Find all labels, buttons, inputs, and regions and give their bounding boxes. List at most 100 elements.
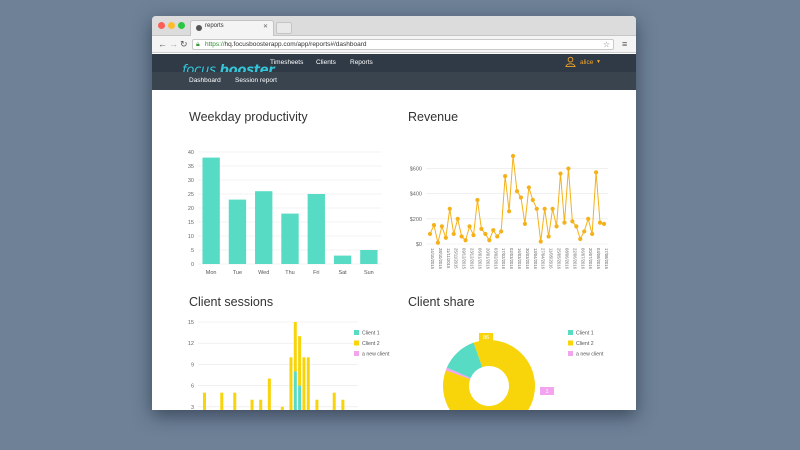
bar-fri: [307, 194, 325, 264]
y-tick-label: 12: [188, 341, 194, 347]
lock-icon: 🔒︎: [196, 41, 200, 48]
x-tick-label: 20/07/2016: [588, 248, 593, 270]
revenue-point: [514, 189, 520, 194]
session-bar-client-2: [332, 392, 336, 410]
revenue-point: [554, 224, 559, 229]
reload-icon[interactable]: ↻: [180, 39, 188, 49]
revenue-point: [463, 238, 468, 243]
caret-down-icon[interactable]: ▼: [596, 59, 601, 65]
legend-label: Client 1: [362, 331, 380, 337]
revenue-point: [495, 234, 500, 239]
x-tick-label: 27/04/2016: [541, 248, 546, 270]
share-slice-client-2: [443, 340, 535, 410]
x-tick-label: Tue: [233, 270, 242, 276]
session-bar-client-2: [233, 392, 237, 410]
close-window-button[interactable]: [158, 22, 165, 29]
x-tick-label: 14/10/2015: [430, 248, 435, 270]
subnav-session-report[interactable]: Session report: [235, 77, 277, 84]
y-tick-label: 25: [188, 192, 194, 198]
revenue-point: [491, 228, 496, 233]
close-tab-icon[interactable]: ✕: [263, 23, 268, 30]
x-tick-label: 25/11/2015: [454, 248, 459, 269]
nav-reports[interactable]: Reports: [350, 59, 373, 66]
nav-timesheets[interactable]: Timesheets: [270, 59, 303, 66]
legend-swatch: [354, 330, 359, 335]
browser-tab[interactable]: reports ✕: [190, 20, 274, 36]
session-bar-client-1: [298, 385, 302, 410]
x-tick-label: 17/02/2016: [501, 248, 506, 270]
session-bar-client-2: [298, 336, 302, 386]
revenue-point: [538, 239, 543, 244]
url-text[interactable]: https://hq.focusboosterapp.com/app/repor…: [205, 41, 367, 48]
bookmark-star-icon[interactable]: ☆: [603, 40, 610, 49]
x-tick-label: 06/07/2016: [580, 248, 585, 270]
user-name[interactable]: alice: [580, 59, 593, 66]
x-tick-label: 02/03/2016: [509, 248, 514, 270]
revenue-line: [429, 155, 605, 243]
x-tick-label: 17/08/2016: [604, 248, 609, 270]
user-icon[interactable]: [565, 56, 576, 67]
revenue-point: [471, 233, 476, 238]
y-tick-label: 15: [188, 220, 194, 226]
y-tick-label: $400: [410, 192, 422, 198]
session-bar-client-2: [306, 357, 310, 410]
x-tick-label: Fri: [313, 270, 319, 276]
tab-strip: reports ✕: [152, 16, 636, 36]
bar-mon: [202, 157, 220, 264]
x-tick-label: Thu: [285, 270, 294, 276]
forward-arrow-icon[interactable]: →: [169, 39, 178, 49]
revenue-point: [483, 231, 488, 237]
bar-wed: [255, 191, 273, 264]
revenue-point: [590, 231, 595, 237]
legend-swatch: [354, 351, 359, 356]
session-bar-client-2: [250, 399, 254, 410]
y-tick-label: 10: [188, 234, 194, 240]
legend-label: Client 2: [576, 341, 594, 347]
session-bar-client-2: [302, 357, 306, 410]
y-tick-label: 9: [191, 362, 194, 368]
minimize-window-button[interactable]: [168, 22, 175, 29]
maximize-window-button[interactable]: [178, 22, 185, 29]
revenue-point: [578, 236, 583, 242]
revenue-point: [586, 216, 591, 221]
weekday-productivity-chart: 0 5 10 15 20 25 30 35 40 Mon Tue Wed Thu Fri Sat Sun: [188, 150, 382, 276]
y-tick-label: 5: [191, 248, 194, 254]
legend-swatch: [354, 340, 359, 346]
tab-title: reports: [205, 23, 224, 29]
client-sessions-title: Client sessions: [189, 295, 274, 309]
revenue-point: [431, 223, 437, 228]
legend-label: a new client: [576, 352, 604, 358]
revenue-point: [451, 231, 456, 237]
browser-toolbar: ← → ↻ 🔒︎ https://hq.focusboosterapp.com/…: [152, 36, 636, 53]
hamburger-menu-icon[interactable]: ≡: [622, 39, 627, 49]
revenue-title: Revenue: [408, 110, 459, 124]
revenue-point: [510, 153, 516, 159]
session-bar-client-2: [341, 399, 345, 410]
address-bar[interactable]: 🔒︎ https://hq.focusboosterapp.com/app/re…: [192, 39, 614, 50]
y-tick-label: 30: [188, 178, 194, 184]
revenue-point: [570, 219, 575, 224]
revenue-point: [550, 206, 555, 211]
session-bar-client-1: [293, 371, 297, 410]
back-arrow-icon[interactable]: ←: [158, 39, 167, 49]
nav-clients[interactable]: Clients: [316, 59, 336, 66]
legend-label: a new client: [362, 352, 390, 358]
revenue-point: [574, 224, 579, 229]
revenue-point: [562, 220, 567, 225]
legend-label: Client 2: [362, 341, 380, 347]
subnav-dashboard[interactable]: Dashboard: [189, 77, 221, 84]
url-scheme: https://: [205, 41, 225, 48]
bar-thu: [281, 213, 299, 264]
y-tick-label: 0: [191, 262, 194, 268]
x-tick-label: 20/01/2016: [485, 248, 490, 270]
x-tick-label: 13/04/2016: [533, 248, 538, 270]
new-tab-button[interactable]: [276, 22, 292, 34]
x-tick-label: 28/10/2015: [438, 248, 443, 270]
legend-swatch: [568, 340, 573, 346]
x-tick-label: 08/06/2016: [564, 248, 569, 270]
y-tick-label: $0: [416, 242, 422, 248]
x-tick-label: 23/12/2015: [470, 248, 475, 270]
revenue-point: [534, 206, 539, 211]
x-tick-label: Wed: [258, 270, 269, 276]
revenue-point: [542, 206, 547, 211]
